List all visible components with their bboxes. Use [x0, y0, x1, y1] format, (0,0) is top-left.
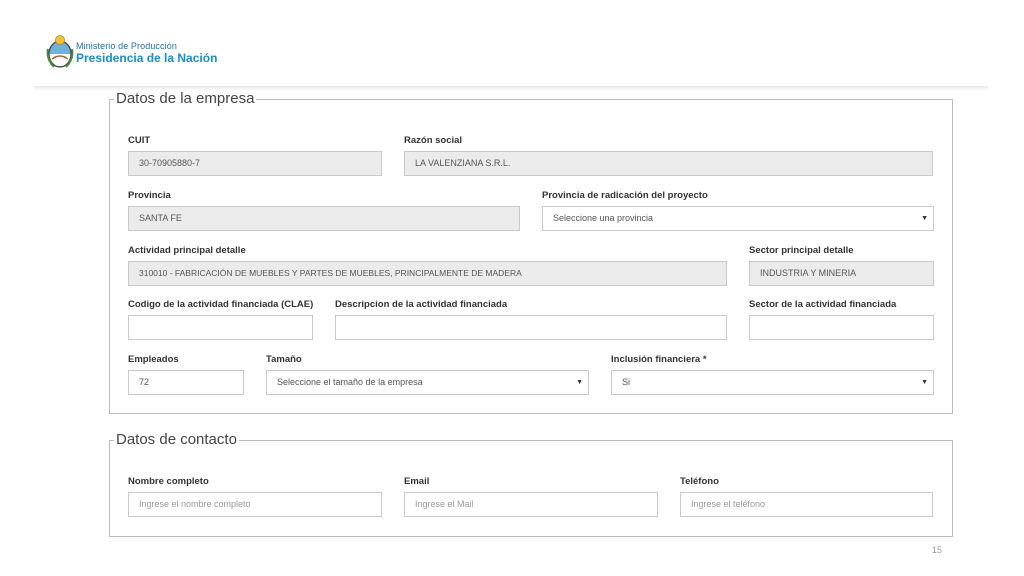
- actividad-principal-label: Actividad principal detalle: [128, 245, 246, 256]
- codigo-actividad-input[interactable]: [128, 315, 313, 340]
- empresa-section: [109, 99, 953, 414]
- sector-actividad-input[interactable]: [749, 315, 934, 340]
- ministry-name: Ministerio de Producción: [76, 41, 177, 51]
- inclusion-label: Inclusión financiera *: [611, 354, 707, 365]
- sector-principal-label: Sector principal detalle: [749, 245, 854, 256]
- caret-down-icon: ▼: [921, 379, 928, 386]
- empleados-input[interactable]: 72: [128, 370, 244, 395]
- descripcion-actividad-label: Descripcion de la actividad financiada: [335, 299, 508, 310]
- provincia-radicacion-select[interactable]: Seleccione una provincia ▼: [542, 206, 934, 231]
- page-number: 15: [932, 545, 943, 555]
- telefono-label: Teléfono: [680, 476, 719, 487]
- inclusion-value: Si: [622, 377, 631, 387]
- presidency-name: Presidencia de la Nación: [76, 51, 218, 65]
- empresa-legend: Datos de la empresa: [114, 90, 257, 108]
- actividad-principal-field[interactable]: 310010 - FABRICACIÓN DE MUEBLES Y PARTES…: [128, 261, 727, 286]
- contacto-legend: Datos de contacto: [114, 431, 239, 449]
- page-header: Ministerio de Producción Presidencia de …: [0, 0, 1024, 86]
- caret-down-icon: ▼: [576, 379, 583, 386]
- cuit-field[interactable]: 30-70905880-7: [128, 151, 382, 176]
- razon-social-label: Razón social: [404, 135, 463, 146]
- inclusion-select[interactable]: Si ▼: [611, 370, 934, 395]
- tamano-select[interactable]: Seleccione el tamaño de la empresa ▼: [266, 370, 589, 395]
- descripcion-actividad-input[interactable]: [335, 315, 727, 340]
- provincia-radicacion-label: Provincia de radicación del proyecto: [542, 190, 708, 201]
- provincia-field[interactable]: SANTA FE: [128, 206, 520, 231]
- telefono-input[interactable]: Ingrese el teléfono: [680, 492, 933, 517]
- empleados-label: Empleados: [128, 354, 179, 365]
- email-label: Email: [404, 476, 430, 487]
- sector-principal-field[interactable]: INDUSTRIA Y MINERIA: [749, 261, 934, 286]
- tamano-value: Seleccione el tamaño de la empresa: [277, 377, 423, 387]
- provincia-label: Provincia: [128, 190, 171, 201]
- nombre-input[interactable]: Ingrese el nombre completo: [128, 492, 382, 517]
- coat-of-arms-icon: [46, 35, 74, 68]
- contacto-section: [109, 440, 953, 537]
- cuit-label: CUIT: [128, 135, 151, 146]
- caret-down-icon: ▼: [921, 215, 928, 222]
- email-input[interactable]: Ingrese el Mail: [404, 492, 658, 517]
- nombre-label: Nombre completo: [128, 476, 209, 487]
- sector-actividad-label: Sector de la actividad financiada: [749, 299, 897, 310]
- razon-social-field[interactable]: LA VALENZIANA S.R.L.: [404, 151, 933, 176]
- codigo-actividad-label: Codigo de la actividad financiada (CLAE): [128, 299, 314, 310]
- provincia-radicacion-value: Seleccione una provincia: [553, 213, 654, 223]
- tamano-label: Tamaño: [266, 354, 302, 365]
